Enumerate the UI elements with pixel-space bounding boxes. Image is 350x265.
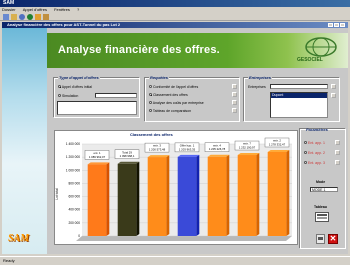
app-title: SAM — [3, 0, 15, 6]
param-option-2[interactable]: Ent. app. 2 — [304, 151, 325, 155]
entreprises-field-label: Entreprises — [248, 85, 266, 89]
bar-top — [117, 161, 140, 164]
requete-go-button-2[interactable] — [232, 92, 237, 97]
close-button[interactable] — [340, 23, 345, 27]
entreprises-select[interactable] — [270, 84, 328, 89]
param-option-3[interactable]: Ent. app. 3 — [304, 161, 325, 165]
y-tick-label: 600 000 — [68, 195, 80, 199]
param-option-1[interactable]: Ent. app. 1 — [304, 141, 325, 145]
menu-dossier[interactable]: Dossier — [2, 7, 16, 12]
param-color-button-2[interactable] — [335, 150, 340, 155]
bar-side — [196, 154, 200, 236]
bar — [237, 155, 257, 236]
sidebar — [2, 28, 47, 254]
tableau-label: Tableau — [314, 205, 327, 209]
bar-side — [286, 149, 290, 236]
new-icon[interactable] — [3, 14, 9, 20]
bar-top — [147, 155, 170, 158]
bar-side — [106, 162, 110, 236]
menu-appel-offres[interactable]: Appel d'offres — [23, 7, 47, 12]
data-label-value: 1 203 963,35 — [179, 147, 196, 151]
mode-label: Mode — [316, 180, 326, 184]
globe-icon[interactable] — [19, 14, 25, 20]
type-appel-label: Type d'appel d'offres — [58, 75, 100, 80]
bar-side — [166, 155, 170, 236]
simulation-field[interactable] — [57, 101, 137, 115]
bar — [267, 151, 287, 236]
page-title: Analyse financière des offres. — [58, 44, 220, 56]
menu-help[interactable]: ? — [77, 7, 79, 12]
logo-text: GESOCIEL — [297, 57, 323, 63]
type-appel-option-initial[interactable]: Appel d'offres initial — [58, 85, 92, 89]
y-tick-label: 0 — [78, 234, 80, 238]
bar-top — [87, 162, 110, 165]
bar-top — [267, 149, 290, 152]
logo-icon — [305, 37, 337, 57]
requete-go-button-3[interactable] — [232, 100, 237, 105]
bar — [147, 157, 167, 236]
status-text: Ready — [3, 258, 15, 263]
requete-go-button-1[interactable] — [232, 84, 237, 89]
data-label-value: 1 200 573,48 — [149, 148, 166, 152]
bar-chart: 1 400 000 1 200 000 1 000 000 800 000 600 00… — [55, 137, 292, 241]
data-label-value: 1 098 968,1 — [120, 154, 135, 158]
bar-side — [136, 161, 140, 236]
menu-fenetres[interactable]: Fenêtres — [54, 7, 70, 12]
open-icon[interactable] — [11, 14, 17, 20]
entreprise-select-button[interactable] — [331, 84, 336, 89]
requete-option-tableau[interactable]: Tableau de comparaison — [149, 109, 191, 113]
bar-top — [207, 154, 230, 157]
minimize-button[interactable] — [328, 23, 333, 27]
mode-select[interactable]: MODE 1 — [310, 187, 338, 192]
bar — [207, 156, 227, 236]
bar — [87, 164, 107, 236]
print-button[interactable] — [316, 234, 325, 244]
folder-icon[interactable] — [35, 14, 41, 20]
entreprises-list[interactable]: Dupont — [270, 92, 328, 118]
chart-floor — [76, 236, 292, 241]
param-color-button-3[interactable] — [335, 160, 340, 165]
bar-side — [256, 153, 260, 236]
y-tick-label: 1 200 000 — [66, 155, 80, 159]
entreprises-label: Entreprises — [248, 75, 273, 80]
y-tick-label: 200 000 — [68, 221, 80, 225]
data-label-value: 1 089 962,07 — [89, 155, 106, 159]
requetes-label: Requêtes — [149, 75, 170, 80]
document-title: Analyse financière des offres pour AST-T… — [7, 22, 121, 27]
requete-go-button-4[interactable] — [232, 108, 237, 113]
app-title-bar: SAM — [0, 0, 350, 7]
requete-option-conformite[interactable]: Conformité de l'appel d'offres — [149, 85, 198, 89]
status-bar: Ready — [0, 256, 350, 265]
simulation-select[interactable] — [95, 93, 137, 98]
type-appel-option-simulation[interactable]: Simulation — [58, 94, 78, 98]
y-axis-label: Lot total — [55, 188, 59, 200]
requete-option-classement[interactable]: Classement des offres — [149, 93, 188, 97]
web-icon[interactable] — [27, 14, 33, 20]
maximize-button[interactable] — [334, 23, 339, 27]
print-icon — [318, 237, 323, 240]
data-label-value: 1 232 190,97 — [239, 145, 256, 149]
tableau-icon[interactable] — [315, 212, 329, 222]
param-color-button-1[interactable] — [335, 140, 340, 145]
data-label-value: 1 205 226,78 — [209, 147, 226, 151]
exit-button[interactable]: ✕ — [328, 234, 338, 244]
bar-side — [226, 154, 230, 236]
bar — [177, 156, 197, 236]
data-label-value: 1 278 332,47 — [269, 142, 286, 146]
bar-top — [177, 154, 200, 157]
help-icon[interactable] — [43, 14, 49, 20]
bar — [117, 163, 137, 236]
entreprise-add-button[interactable] — [331, 93, 336, 98]
parametres-label: Paramètres — [306, 127, 328, 132]
y-tick-label: 1 400 000 — [66, 142, 80, 146]
close-icon: ✕ — [329, 234, 337, 243]
y-tick-label: 800 000 — [68, 181, 80, 185]
sam-logo: SAM — [8, 233, 30, 244]
toolbar — [0, 13, 350, 21]
requete-option-analyse[interactable]: Analyse des coûts par entreprise — [149, 101, 204, 105]
bar-top — [237, 153, 260, 156]
y-tick-label: 400 000 — [68, 208, 80, 212]
entreprises-list-item[interactable]: Dupont — [271, 93, 327, 98]
y-tick-label: 1 000 000 — [66, 168, 80, 172]
